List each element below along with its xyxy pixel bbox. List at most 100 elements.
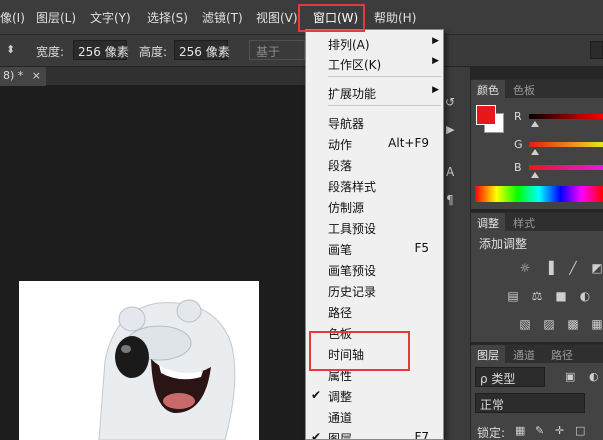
lock-pixels-icon[interactable]: ▦ <box>515 424 525 437</box>
tab-paths[interactable]: 路径 <box>545 345 579 363</box>
channel-r-label: R <box>514 110 522 123</box>
photo-filter-icon[interactable]: ◐ <box>577 289 593 303</box>
menu-item-history[interactable]: 历史记录 <box>306 280 443 300</box>
menu-item-label: 通道 <box>328 411 353 425</box>
document-close-icon[interactable]: × <box>32 69 41 82</box>
menu-item-label: 路径 <box>328 306 353 320</box>
filter-adjust-icon[interactable]: ◐ <box>589 370 599 383</box>
layer-filter-select[interactable]: ρ 类型 <box>475 367 545 387</box>
menu-item-label: 扩展功能 <box>328 87 377 101</box>
history-icon[interactable]: ↺ <box>445 95 455 109</box>
tab-color[interactable]: 颜色 <box>471 80 505 98</box>
height-label: 高度: <box>139 45 168 59</box>
menu-item-channels[interactable]: 通道 <box>306 406 443 426</box>
menu-view[interactable]: 视图(V) <box>256 9 298 26</box>
red-slider-thumb[interactable] <box>531 121 539 127</box>
menu-help[interactable]: 帮助(H) <box>374 9 416 26</box>
menu-item-adjustments[interactable]: ✔ 调整 <box>306 385 443 405</box>
menu-item-navigator[interactable]: 导航器 <box>306 112 443 132</box>
menu-item-label: 工具预设 <box>328 222 377 236</box>
width-field[interactable]: 256 像素 <box>73 40 129 60</box>
menu-type[interactable]: 文字(Y) <box>90 9 131 26</box>
red-slider[interactable] <box>529 114 603 119</box>
tab-swatches[interactable]: 色板 <box>507 80 541 98</box>
menu-item-shortcut: Alt+F9 <box>388 136 429 150</box>
tab-channels[interactable]: 通道 <box>507 345 541 363</box>
curves-icon[interactable]: ╱ <box>565 261 581 275</box>
menu-layer[interactable]: 图层(L) <box>36 9 76 26</box>
levels-icon[interactable]: ▐ <box>541 261 557 275</box>
black-white-icon[interactable]: ■ <box>553 289 569 303</box>
menu-item-paragraph[interactable]: 段落 <box>306 154 443 174</box>
menu-item-clone-source[interactable]: 仿制源 <box>306 196 443 216</box>
blend-mode-select[interactable]: 正常 <box>475 393 585 413</box>
window-menu-highlight <box>298 4 365 32</box>
tab-layers[interactable]: 图层 <box>471 345 505 363</box>
tab-adjustments[interactable]: 调整 <box>471 213 505 231</box>
green-slider[interactable] <box>529 142 603 147</box>
play-icon[interactable]: ▶ <box>446 123 454 136</box>
height-field[interactable]: 256 像素 <box>174 40 230 60</box>
menu-item-brush-presets[interactable]: 画笔预设 <box>306 259 443 279</box>
color-panel: 颜色 色板 R G B <box>471 79 603 209</box>
menu-select[interactable]: 选择(S) <box>147 9 188 26</box>
posterize-icon[interactable]: ▨ <box>541 317 557 331</box>
menu-item-label: 动作 <box>328 138 353 152</box>
threshold-icon[interactable]: ▩ <box>565 317 581 331</box>
menu-item-actions[interactable]: 动作 Alt+F9 <box>306 133 443 153</box>
gradient-map-icon[interactable]: ▦ <box>589 317 603 331</box>
menu-item-workspace[interactable]: 工作区(K) ▶ <box>306 53 443 73</box>
invert-icon[interactable]: ▧ <box>517 317 533 331</box>
submenu-arrow-icon: ▶ <box>432 56 439 66</box>
color-spectrum-bar[interactable] <box>475 186 603 202</box>
menu-item-label: 调整 <box>328 390 353 404</box>
menu-item-label: 排列(A) <box>328 38 370 52</box>
blue-slider-thumb[interactable] <box>531 172 539 178</box>
menu-item-arrange[interactable]: 排列(A) ▶ <box>306 33 443 53</box>
menu-item-tool-presets[interactable]: 工具预设 <box>306 217 443 237</box>
exposure-icon[interactable]: ◩ <box>589 261 603 275</box>
menu-separator <box>328 105 441 106</box>
lock-move-icon[interactable]: ✛ <box>555 424 564 437</box>
base-button[interactable]: 基于 <box>249 40 305 60</box>
green-slider-thumb[interactable] <box>531 149 539 155</box>
submenu-arrow-icon: ▶ <box>432 36 439 46</box>
menu-item-paths[interactable]: 路径 <box>306 301 443 321</box>
menu-item-layers[interactable]: ✔ 图层 F7 <box>306 427 443 440</box>
document-image[interactable] <box>19 281 259 440</box>
options-dropdown-icon[interactable]: ⬍ <box>6 43 15 56</box>
menu-item-extensions[interactable]: 扩展功能 ▶ <box>306 82 443 102</box>
brightness-icon[interactable]: ☼ <box>517 261 533 275</box>
color-balance-icon[interactable]: ⚖ <box>529 289 545 303</box>
checkmark-icon: ✔ <box>311 430 322 440</box>
tab-styles[interactable]: 样式 <box>507 213 541 231</box>
type-icon[interactable]: A <box>446 165 454 179</box>
menu-item-label: 历史记录 <box>328 285 377 299</box>
lock-draw-icon[interactable]: ✎ <box>535 424 544 437</box>
menu-item-label: 画笔预设 <box>328 264 377 278</box>
timeline-highlight <box>309 331 410 371</box>
menu-image[interactable]: 像(I) <box>0 9 25 26</box>
menu-item-label: 导航器 <box>328 117 365 131</box>
collapsed-panel-strip: ↺ ▶ A ¶ <box>440 67 470 440</box>
window-menu-dropdown: 排列(A) ▶ 工作区(K) ▶ 扩展功能 ▶ 导航器 动作 Alt+F9 段落… <box>305 29 444 440</box>
filter-image-icon[interactable]: ▣ <box>565 370 575 383</box>
menu-item-label: 图层 <box>328 432 353 440</box>
panel-toggle-icon[interactable] <box>590 41 603 59</box>
color-panel-tabs: 颜色 色板 <box>471 80 603 98</box>
foreground-color-swatch[interactable] <box>476 105 496 125</box>
color-panel-body: R G B <box>471 98 603 210</box>
checkmark-icon: ✔ <box>311 388 322 402</box>
document-tab-label: 8) * <box>3 69 24 82</box>
blue-slider[interactable] <box>529 165 603 170</box>
menu-item-brush[interactable]: 画笔 F5 <box>306 238 443 258</box>
menu-filter[interactable]: 滤镜(T) <box>202 9 243 26</box>
menu-item-paragraph-styles[interactable]: 段落样式 <box>306 175 443 195</box>
document-tab[interactable]: 8) * × <box>0 67 46 86</box>
vibrance-icon[interactable]: ▤ <box>505 289 521 303</box>
menu-item-label: 仿制源 <box>328 201 365 215</box>
lock-all-icon[interactable]: □ <box>575 424 585 437</box>
options-bar: ⬍ 宽度: 256 像素 高度: 256 像素 基于 <box>0 35 603 67</box>
paragraph-icon[interactable]: ¶ <box>446 193 454 207</box>
menu-item-label: 画笔 <box>328 243 353 257</box>
